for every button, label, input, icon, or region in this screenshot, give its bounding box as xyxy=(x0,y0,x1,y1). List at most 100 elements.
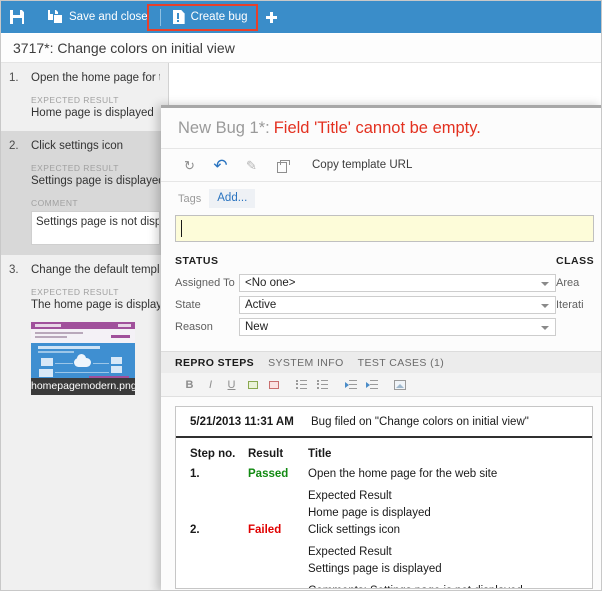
dialog-toolbar: ↻ ↶ ✎ Copy template URL xyxy=(161,149,601,182)
bold-icon[interactable]: B xyxy=(179,375,200,395)
test-step-1[interactable]: 1. Open the home page for the web site E… xyxy=(1,63,168,131)
dialog-tabs: REPRO STEPS SYSTEM INFO TEST CASES (1) xyxy=(161,351,601,373)
expected-result-label: EXPECTED RESULT xyxy=(31,95,119,105)
increase-indent-icon[interactable] xyxy=(361,375,382,395)
create-bug-icon xyxy=(172,10,185,24)
reason-select[interactable]: New xyxy=(239,318,556,336)
tab-repro-steps[interactable]: REPRO STEPS xyxy=(175,357,254,369)
screenshot-preview-image xyxy=(31,322,135,378)
repro-steps-header: 5/21/2013 11:31 AM Bug filed on "Change … xyxy=(176,407,592,438)
comment-input[interactable]: Settings page is not displa xyxy=(31,211,160,245)
expected-result-value: Settings page is displayed xyxy=(31,175,160,187)
refresh-icon[interactable]: ↻ xyxy=(174,153,205,177)
create-bug-button[interactable]: Create bug xyxy=(164,1,257,33)
field-iteration: Iterati xyxy=(556,296,601,314)
state-value: Active xyxy=(245,299,277,311)
classification-group-heading: CLASS xyxy=(556,255,595,267)
italic-icon[interactable]: I xyxy=(200,375,221,395)
tags-row: Tags Add... xyxy=(161,182,601,215)
save-button[interactable] xyxy=(1,1,39,33)
tab-system-info[interactable]: SYSTEM INFO xyxy=(268,357,344,369)
comment-label: COMMENT xyxy=(31,198,79,208)
field-label: State xyxy=(175,299,201,311)
expected-result-value: Home page is displayed xyxy=(31,107,154,119)
status-group-heading: STATUS xyxy=(175,255,219,267)
column-header-result: Result xyxy=(248,448,284,460)
underline-icon[interactable]: U xyxy=(221,375,242,395)
bulleted-list-icon[interactable] xyxy=(291,375,312,395)
row-step-number: 1. xyxy=(190,468,200,480)
field-state: State Active xyxy=(175,296,556,314)
save-and-close-button[interactable]: Save and close xyxy=(39,1,157,33)
step-title: Click settings icon xyxy=(31,140,124,152)
chevron-down-icon xyxy=(541,304,549,308)
highlight-color-icon[interactable] xyxy=(242,375,263,395)
reason-value: New xyxy=(245,321,269,333)
fields-area: STATUS Assigned To <No one> State Active xyxy=(161,255,601,340)
row-step-number: 2. xyxy=(190,524,200,536)
chevron-down-icon xyxy=(541,326,549,330)
assigned-to-select[interactable]: <No one> xyxy=(239,274,556,292)
copy-icon[interactable] xyxy=(267,153,298,177)
table-row: 1. Passed Open the home page for the web… xyxy=(190,466,592,522)
save-and-close-icon xyxy=(48,10,63,24)
repro-timestamp: 5/21/2013 11:31 AM xyxy=(190,416,294,428)
add-button[interactable] xyxy=(257,1,286,33)
editor-toolbar: B I U xyxy=(161,373,601,397)
row-expected-value: Home page is displayed xyxy=(308,507,431,519)
add-tag-button[interactable]: Add... xyxy=(209,189,256,208)
text-caret xyxy=(181,220,182,237)
state-select[interactable]: Active xyxy=(239,296,556,314)
step-number: 1. xyxy=(9,72,19,84)
field-label: Iterati xyxy=(556,299,584,311)
column-header-title: Title xyxy=(308,448,332,460)
row-expected-label: Expected Result xyxy=(308,490,392,502)
top-toolbar: Save and close Create bug xyxy=(1,1,601,33)
test-step-3[interactable]: 3. Change the default templ EXPECTED RES… xyxy=(1,255,168,405)
table-header-row: Step no. Result Title xyxy=(190,446,592,463)
page-title: 3717*: Change colors on initial view xyxy=(1,34,601,63)
tab-test-cases[interactable]: TEST CASES (1) xyxy=(358,357,445,369)
column-header-step-no: Step no. xyxy=(190,448,236,460)
undo-icon[interactable]: ↶ xyxy=(205,153,236,177)
field-area: Area xyxy=(556,274,601,292)
dialog-title-error: Field 'Title' cannot be empty. xyxy=(273,118,481,137)
field-reason: Reason New xyxy=(175,318,556,336)
step-title: Change the default templ xyxy=(31,264,160,276)
classification-group: CLASS Area Iterati xyxy=(556,255,601,340)
field-label: Reason xyxy=(175,321,213,333)
test-steps-panel[interactable]: 1. Open the home page for the web site E… xyxy=(1,63,169,590)
row-expected-value: Settings page is displayed xyxy=(308,563,442,575)
field-label: Area xyxy=(556,277,580,289)
row-title: Open the home page for the web site xyxy=(308,468,498,480)
row-expected-label: Expected Result xyxy=(308,546,392,558)
apply-template-icon[interactable]: ✎ xyxy=(236,153,267,177)
expected-result-label: EXPECTED RESULT xyxy=(31,163,119,173)
step-number: 3. xyxy=(9,264,19,276)
insert-image-icon[interactable] xyxy=(389,375,410,395)
plus-icon xyxy=(265,11,277,23)
decrease-indent-icon[interactable] xyxy=(340,375,361,395)
assigned-to-value: <No one> xyxy=(245,277,296,289)
attachment-thumbnail[interactable]: homepagemodern.png xyxy=(31,322,135,395)
expected-result-value: The home page is displaye xyxy=(31,299,160,311)
repro-steps-table: Step no. Result Title 1. Passed Open the… xyxy=(176,438,592,588)
step-title: Open the home page for the web site xyxy=(31,72,160,84)
numbered-list-icon[interactable] xyxy=(312,375,333,395)
dialog-title: New Bug 1*: Field 'Title' cannot be empt… xyxy=(161,108,601,149)
clear-formatting-icon[interactable] xyxy=(263,375,284,395)
expected-result-label: EXPECTED RESULT xyxy=(31,287,119,297)
status-group: STATUS Assigned To <No one> State Active xyxy=(175,255,556,340)
bug-title-input[interactable] xyxy=(175,215,594,242)
app-window: Save and close Create bug 3717*: Change … xyxy=(0,0,602,591)
dialog-title-prefix: New Bug 1*: xyxy=(178,118,270,137)
repro-steps-editor[interactable]: 5/21/2013 11:31 AM Bug filed on "Change … xyxy=(175,406,593,589)
new-bug-dialog: New Bug 1*: Field 'Title' cannot be empt… xyxy=(161,105,601,590)
toolbar-divider xyxy=(159,8,161,26)
chevron-down-icon xyxy=(541,282,549,286)
row-comments: Comments: Settings page is not displayed xyxy=(308,583,592,588)
test-step-2[interactable]: 2. Click settings icon EXPECTED RESULT S… xyxy=(1,131,168,255)
step-number: 2. xyxy=(9,140,19,152)
row-result: Passed xyxy=(248,468,289,480)
copy-template-url-button[interactable]: Copy template URL xyxy=(312,159,412,171)
